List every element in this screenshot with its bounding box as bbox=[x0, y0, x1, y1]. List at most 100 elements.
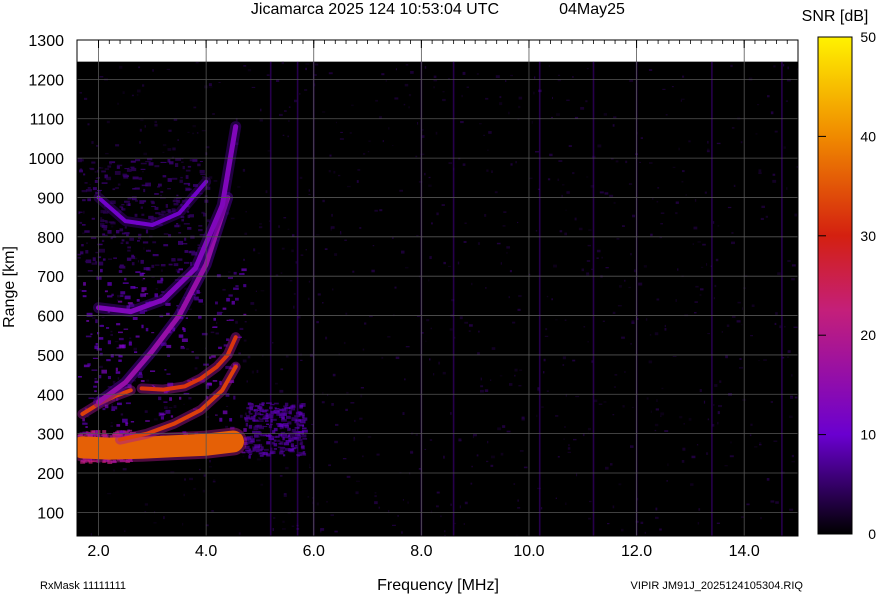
noise-speckle bbox=[285, 466, 289, 470]
noise-speckle bbox=[462, 71, 466, 75]
noise-speckle bbox=[461, 94, 463, 98]
noise-speckle bbox=[486, 169, 489, 172]
echo-blob-cell bbox=[115, 367, 118, 372]
noise-speckle bbox=[502, 425, 506, 428]
echo-blob-cell bbox=[273, 439, 277, 442]
noise-speckle bbox=[477, 242, 480, 245]
noise-speckle bbox=[322, 111, 326, 113]
noise-speckle bbox=[682, 170, 685, 173]
noise-speckle bbox=[576, 473, 578, 477]
echo-blob-cell bbox=[124, 295, 131, 300]
echo-blob-cell bbox=[139, 272, 144, 277]
echo-blob-cell bbox=[258, 407, 262, 411]
noise-speckle bbox=[541, 406, 544, 408]
noise-speckle bbox=[114, 341, 119, 343]
noise-speckle bbox=[110, 422, 113, 424]
echo-blob-cell bbox=[291, 404, 296, 408]
echo-blob-cell bbox=[253, 409, 256, 411]
echo-blob-cell bbox=[295, 411, 300, 415]
noise-speckle bbox=[351, 104, 354, 107]
noise-speckle bbox=[243, 65, 247, 67]
noise-speckle bbox=[360, 394, 363, 398]
noise-speckle bbox=[657, 187, 660, 189]
noise-speckle bbox=[259, 226, 263, 229]
noise-speckle bbox=[266, 74, 270, 76]
x-tick-label: 12.0 bbox=[621, 543, 652, 560]
noise-speckle bbox=[122, 91, 125, 94]
echo-blob-cell bbox=[123, 328, 129, 330]
echo-blob-cell bbox=[185, 169, 191, 172]
noise-speckle bbox=[518, 385, 522, 387]
echo-blob-cell bbox=[225, 393, 230, 397]
echo-blob-cell bbox=[95, 343, 98, 346]
noise-speckle bbox=[111, 225, 114, 228]
echo-blob-cell bbox=[283, 454, 286, 457]
noise-speckle bbox=[763, 359, 767, 361]
echo-blob-cell bbox=[121, 239, 125, 242]
noise-speckle bbox=[555, 497, 557, 499]
noise-speckle bbox=[664, 430, 669, 432]
noise-speckle bbox=[315, 234, 320, 236]
noise-speckle bbox=[91, 141, 94, 144]
noise-speckle bbox=[665, 114, 668, 116]
noise-speckle bbox=[787, 260, 791, 262]
echo-blob-cell bbox=[80, 251, 84, 255]
y-tick-label: 1200 bbox=[28, 72, 64, 89]
noise-speckle bbox=[568, 444, 570, 447]
noise-speckle bbox=[448, 265, 451, 267]
noise-speckle bbox=[291, 249, 294, 253]
noise-speckle bbox=[284, 110, 287, 112]
noise-speckle bbox=[703, 400, 706, 404]
echo-blob-cell bbox=[192, 159, 198, 162]
echo-blob-cell bbox=[119, 228, 124, 232]
noise-speckle bbox=[239, 327, 244, 330]
noise-speckle bbox=[237, 186, 241, 188]
echo-blob-cell bbox=[268, 425, 272, 429]
noise-speckle bbox=[429, 439, 433, 441]
noise-speckle bbox=[356, 480, 360, 482]
echo-blob-cell bbox=[77, 158, 82, 163]
noise-speckle bbox=[613, 201, 616, 204]
noise-speckle bbox=[117, 102, 119, 105]
echo-blob-cell bbox=[235, 285, 239, 287]
noise-speckle bbox=[189, 477, 193, 481]
interference-stripe bbox=[711, 61, 713, 536]
echo-blob-cell bbox=[254, 412, 257, 416]
noise-speckle bbox=[506, 246, 510, 249]
y-tick-label: 700 bbox=[37, 269, 64, 286]
noise-speckle bbox=[786, 187, 788, 190]
noise-speckle bbox=[794, 213, 798, 217]
noise-speckle bbox=[688, 417, 692, 421]
noise-speckle bbox=[360, 387, 364, 389]
noise-speckle bbox=[519, 450, 524, 452]
noise-speckle bbox=[146, 379, 150, 382]
echo-blob-cell bbox=[281, 434, 287, 438]
noise-speckle bbox=[459, 316, 463, 320]
noise-speckle bbox=[749, 434, 752, 436]
noise-speckle bbox=[596, 257, 599, 259]
echo-blob-cell bbox=[117, 402, 122, 406]
echo-blob-cell bbox=[187, 214, 190, 219]
noise-speckle bbox=[612, 124, 615, 127]
noise-speckle bbox=[362, 455, 364, 458]
echo-blob-cell bbox=[92, 357, 99, 359]
echo-blob-cell bbox=[296, 454, 302, 456]
echo-blob-cell bbox=[95, 319, 98, 324]
noise-speckle bbox=[415, 155, 418, 158]
echo-blob-cell bbox=[142, 241, 149, 244]
noise-speckle bbox=[369, 315, 373, 318]
noise-speckle bbox=[385, 80, 387, 82]
echo-blob-cell bbox=[135, 271, 141, 273]
noise-speckle bbox=[558, 160, 563, 162]
noise-speckle bbox=[225, 425, 229, 428]
echo-blob-cell bbox=[96, 276, 102, 280]
noise-speckle bbox=[634, 269, 636, 273]
noise-speckle bbox=[543, 358, 546, 362]
echo-blob-cell bbox=[268, 413, 274, 416]
echo-blob-cell bbox=[87, 187, 91, 189]
noise-speckle bbox=[278, 225, 280, 228]
echo-blob-cell bbox=[158, 183, 162, 187]
interference-stripe bbox=[269, 61, 272, 536]
noise-speckle bbox=[416, 235, 419, 237]
echo-blob-cell bbox=[141, 287, 147, 291]
